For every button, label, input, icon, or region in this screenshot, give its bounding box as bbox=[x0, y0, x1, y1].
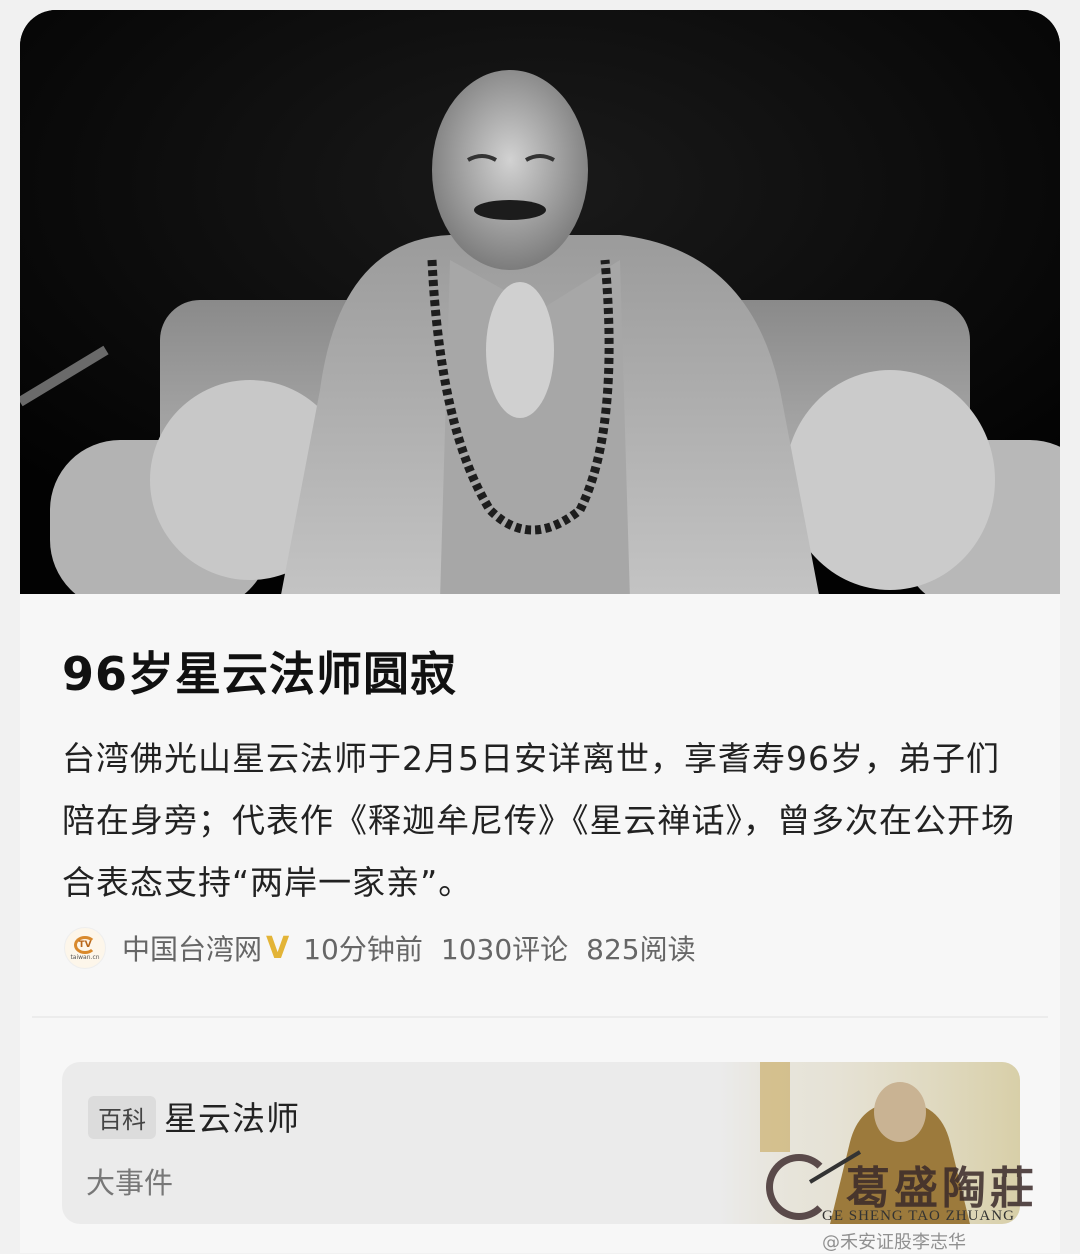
article-summary[interactable]: 台湾佛光山星云法师于2月5日安详离世，享耆寿96岁，弟子们陪在身旁；代表作《释迦… bbox=[62, 728, 1022, 914]
publish-time: 10分钟前 bbox=[303, 933, 423, 966]
source-logo-icon[interactable]: TV taiwan.cn bbox=[64, 927, 106, 969]
watermark-pinyin: GE SHENG TAO ZHUANG bbox=[822, 1208, 1015, 1224]
source-name[interactable]: 中国台湾网 bbox=[122, 928, 262, 968]
wiki-tag: 百科 bbox=[88, 1096, 156, 1139]
article-meta: TV taiwan.cn 中国台湾网 V 10分钟前 1030评论 825阅读 bbox=[64, 924, 696, 972]
news-card[interactable]: 96岁星云法师圆寂 台湾佛光山星云法师于2月5日安详离世，享耆寿96岁，弟子们陪… bbox=[20, 10, 1060, 1253]
comment-count[interactable]: 1030评论 bbox=[441, 928, 568, 968]
watermark-brand: 葛盛陶莊 bbox=[846, 1163, 1038, 1214]
divider bbox=[32, 1016, 1048, 1018]
watermark-weibo: @禾安证股李志华 bbox=[822, 1232, 966, 1253]
hero-image[interactable] bbox=[20, 10, 1060, 594]
source-logo-mark: TV bbox=[74, 935, 96, 954]
hero-photo-illustration bbox=[20, 10, 1060, 594]
verified-icon: V bbox=[266, 930, 290, 966]
wiki-subtitle[interactable]: 大事件 bbox=[86, 1160, 173, 1202]
article-title[interactable]: 96岁星云法师圆寂 bbox=[62, 638, 457, 704]
read-count: 825阅读 bbox=[586, 933, 696, 966]
wiki-name[interactable]: 星云法师 bbox=[164, 1092, 300, 1140]
source-logo-text: taiwan.cn bbox=[70, 953, 100, 961]
watermark-logo: 葛盛陶莊 GE SHENG TAO ZHUANG @禾安证股李志华 bbox=[760, 1148, 1070, 1253]
